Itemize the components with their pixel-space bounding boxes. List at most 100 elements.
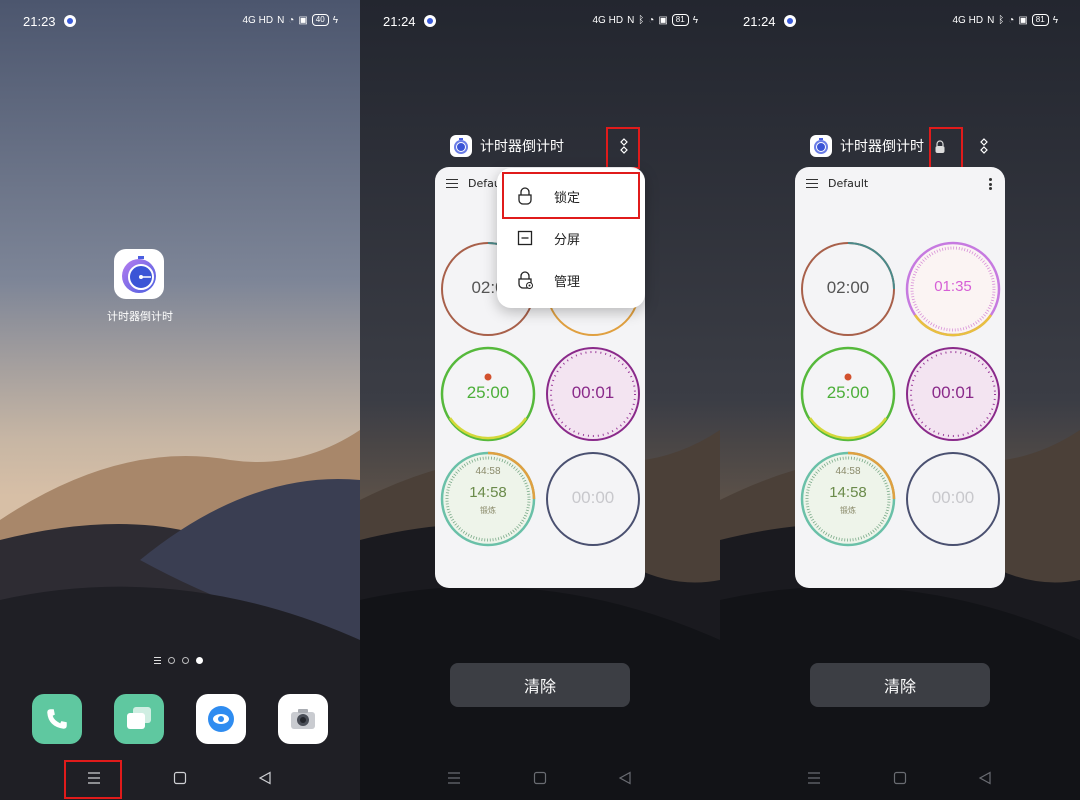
menu-icon[interactable]: [806, 179, 818, 188]
timer-dial[interactable]: 00:01: [545, 346, 641, 442]
menu-item-label: 分屏: [554, 232, 581, 248]
timer-value: 25:00: [466, 383, 510, 402]
wifi-icon: ◔: [288, 14, 295, 26]
recent-app-title: 计时器倒计时: [480, 139, 564, 155]
timer-value: 25:00: [826, 383, 870, 402]
highlight-box: [606, 127, 640, 169]
menu-item-manage[interactable]: 管理: [497, 259, 645, 301]
nfc-icon: N: [277, 14, 285, 26]
split-screen-icon: [517, 230, 533, 246]
status-icons: 4G HD N ᛒ ◔ ▣ 81 ϟ: [592, 14, 698, 26]
status-bar: 21:24 4G HD N ᛒ ◔ ▣ 81 ϟ: [720, 0, 1080, 44]
timer-value: 14:58: [829, 484, 867, 501]
page-dot-active: [196, 657, 203, 664]
back-button[interactable]: [255, 768, 275, 788]
network-type: 4G HD: [242, 14, 274, 26]
timer-total: 44:58: [475, 466, 501, 477]
bluetooth-icon: ᛒ: [998, 14, 1005, 26]
navigation-bar: [360, 760, 720, 796]
timer-app-label: 计时器倒计时: [107, 310, 173, 323]
vibrate-icon: ▣: [298, 14, 308, 26]
timer-dial-running[interactable]: 25:00: [800, 346, 896, 442]
home-screen-panel: 21:23 4G HD N ◔ ▣ 40 ϟ 计时器倒计时: [0, 0, 360, 800]
card-toolbar: Default: [795, 167, 1005, 201]
charging-icon: ϟ: [332, 14, 338, 26]
timer-dial[interactable]: 01:35: [905, 241, 1001, 337]
status-time: 21:23: [23, 14, 56, 29]
status-bar: 21:23 4G HD N ◔ ▣ 40 ϟ: [0, 0, 360, 44]
timer-value: 00:00: [931, 488, 975, 507]
manage-lock-icon: [518, 271, 533, 289]
menu-item-label: 管理: [554, 274, 581, 290]
navigation-bar: [0, 760, 360, 796]
charging-icon: ϟ: [1052, 14, 1058, 26]
timer-label: 锻炼: [480, 506, 496, 515]
timer-dial-running[interactable]: 25:00: [440, 346, 536, 442]
clear-all-button[interactable]: 清除: [810, 663, 990, 707]
clear-all-button[interactable]: 清除: [450, 663, 630, 707]
page-dot: [182, 657, 189, 664]
battery-level: 81: [1031, 14, 1049, 26]
recent-app-title: 计时器倒计时: [840, 139, 924, 155]
timer-label: 锻炼: [840, 506, 856, 515]
nfc-icon: N: [627, 14, 635, 26]
notification-app-icon: [424, 15, 436, 27]
highlight-box: [502, 172, 640, 219]
timer-value: 00:00: [571, 488, 615, 507]
home-button[interactable]: [530, 768, 550, 788]
status-bar: 21:24 4G HD N ᛒ ◔ ▣ 81 ϟ: [360, 0, 720, 44]
highlight-box: [929, 127, 963, 169]
home-button[interactable]: [890, 768, 910, 788]
page-indicator: [154, 657, 203, 664]
timer-dial[interactable]: 00:00: [905, 451, 1001, 547]
recent-app-header: 计时器倒计时: [450, 134, 564, 158]
timer-value: 01:35: [934, 278, 972, 295]
timer-app-icon[interactable]: [114, 249, 164, 299]
status-icons: 4G HD N ◔ ▣ 40 ϟ: [242, 14, 338, 26]
menu-item-split-screen[interactable]: 分屏: [497, 217, 645, 259]
network-type: 4G HD: [592, 14, 624, 26]
wallpaper: [0, 0, 360, 800]
drawer-indicator-icon: [154, 657, 161, 664]
timer-value: 02:00: [826, 278, 870, 297]
menu-icon[interactable]: [446, 179, 458, 188]
vibrate-icon: ▣: [658, 14, 668, 26]
timer-dial[interactable]: 02:00: [800, 241, 896, 337]
timer-total: 44:58: [835, 466, 861, 477]
timer-dial-workout[interactable]: 44:58 14:58 锻炼: [800, 451, 896, 547]
phone-app-icon[interactable]: [32, 694, 82, 744]
card-title: Default: [828, 177, 869, 190]
recents-menu-panel: 21:24 4G HD N ᛒ ◔ ▣ 81 ϟ 计时器倒计时 Defau 02…: [360, 0, 720, 800]
recents-locked-panel: 21:24 4G HD N ᛒ ◔ ▣ 81 ϟ 计时器倒计时 Default: [720, 0, 1080, 800]
camera-app-icon[interactable]: [278, 694, 328, 744]
nfc-icon: N: [987, 14, 995, 26]
highlight-box: [64, 760, 122, 799]
timer-dial[interactable]: 00:00: [545, 451, 641, 547]
timer-dial[interactable]: 00:01: [905, 346, 1001, 442]
status-time: 21:24: [383, 14, 416, 29]
timer-value: 00:01: [571, 383, 615, 402]
card-title: Defau: [468, 177, 501, 190]
network-type: 4G HD: [952, 14, 984, 26]
browser-app-icon[interactable]: [196, 694, 246, 744]
back-button[interactable]: [615, 768, 635, 788]
recent-app-header: 计时器倒计时: [810, 134, 924, 158]
recents-button[interactable]: [444, 768, 464, 788]
wifi-icon: ◔: [1008, 14, 1015, 26]
more-options-icon[interactable]: [989, 178, 993, 190]
recent-app-options-icon[interactable]: [976, 136, 992, 156]
timer-dial-workout[interactable]: 44:58 14:58 锻炼: [440, 451, 536, 547]
page-dot: [168, 657, 175, 664]
timer-value: 00:01: [931, 383, 975, 402]
navigation-bar: [720, 760, 1080, 796]
home-button[interactable]: [170, 768, 190, 788]
app-preview-card[interactable]: Default 02:00 01:35 25:00 00:01 44:58 14…: [795, 167, 1005, 588]
bluetooth-icon: ᛒ: [638, 14, 645, 26]
back-button[interactable]: [975, 768, 995, 788]
status-time: 21:24: [743, 14, 776, 29]
recents-button[interactable]: [804, 768, 824, 788]
notification-app-icon: [64, 15, 76, 27]
timer-app-icon: [810, 135, 832, 157]
messages-app-icon[interactable]: [114, 694, 164, 744]
vibrate-icon: ▣: [1018, 14, 1028, 26]
